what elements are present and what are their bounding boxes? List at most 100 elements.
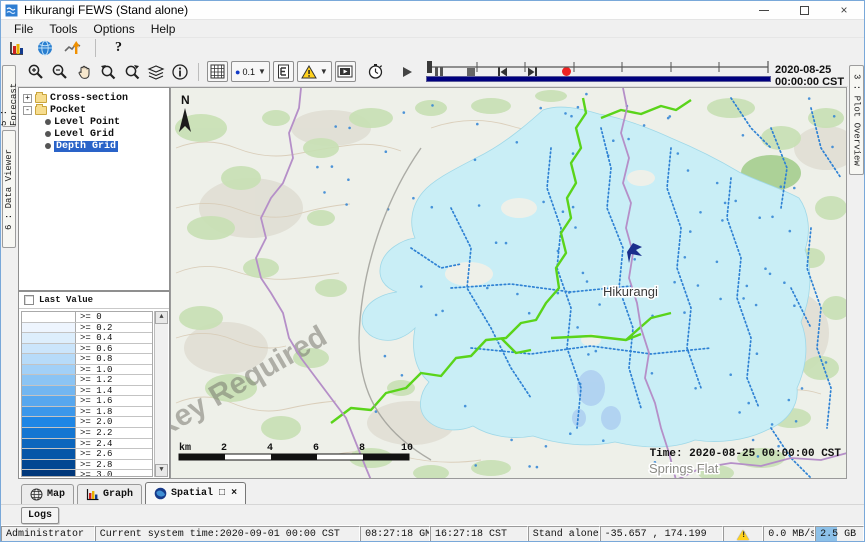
title-bar: Hikurangi FEWS (Stand alone) × — [1, 1, 864, 20]
last-value-checkbox[interactable] — [24, 295, 34, 305]
tab-graph[interactable]: Graph — [77, 484, 142, 504]
legend-label: >= 1.8 — [76, 407, 112, 417]
snapshot-timer-icon[interactable] — [365, 61, 386, 82]
pan-hand-icon[interactable] — [73, 61, 94, 82]
scroll-up-icon[interactable]: ▲ — [155, 311, 168, 324]
legend-label: >= 0.2 — [76, 323, 112, 333]
bullet-icon — [45, 131, 51, 137]
collapse-icon[interactable]: - — [23, 106, 32, 115]
north-label: N — [181, 93, 190, 107]
legend-swatch — [22, 312, 76, 322]
tab-spatial[interactable]: Spatial □ × — [145, 482, 246, 504]
legend-row[interactable]: >= 2.8 — [22, 460, 152, 471]
explorer-bars-icon[interactable] — [6, 37, 27, 58]
status-coordinates: -35.657 , 174.199 — [600, 526, 724, 542]
scroll-down-icon[interactable]: ▼ — [155, 464, 168, 477]
tree-node-label[interactable]: Cross-section — [50, 93, 128, 104]
zoom-previous-icon[interactable] — [97, 61, 118, 82]
tab-maximize-icon[interactable]: □ — [219, 488, 225, 499]
layers-icon[interactable] — [145, 61, 166, 82]
tab-close-icon[interactable]: × — [231, 488, 237, 499]
legend-swatch — [22, 375, 76, 385]
menu-file[interactable]: File — [7, 21, 40, 37]
svg-text:6: 6 — [313, 443, 319, 454]
sidebar-tab-forecast[interactable]: 5 : Forecast — [2, 65, 16, 127]
chevron-down-icon: ▼ — [258, 67, 266, 76]
legend-row[interactable]: >= 0.6 — [22, 344, 152, 355]
sidebar-tab-data-viewer[interactable]: 6 : Data Viewer — [2, 130, 16, 248]
legend-label: >= 3.0 — [76, 470, 112, 477]
menu-help[interactable]: Help — [144, 21, 183, 37]
legend-row[interactable]: >= 2.0 — [22, 417, 152, 428]
menu-tools[interactable]: Tools — [42, 21, 84, 37]
legend-swatch — [22, 428, 76, 438]
legend-label: >= 2.0 — [76, 417, 112, 427]
legend-row[interactable]: >= 2.2 — [22, 428, 152, 439]
timeline-slider[interactable] — [426, 59, 771, 85]
animation-icon[interactable] — [335, 61, 356, 82]
legend-swatch — [22, 449, 76, 459]
globe-icon[interactable] — [34, 37, 55, 58]
legend-row[interactable]: >= 2.4 — [22, 439, 152, 450]
status-memory: 2.5 GB — [815, 526, 864, 542]
tree-node-label[interactable]: Level Point — [54, 117, 120, 128]
map-time-label: Time: 2020-08-25 00:00:00 CST — [650, 448, 842, 460]
expand-icon[interactable]: + — [23, 94, 32, 103]
zoom-out-icon[interactable] — [49, 61, 70, 82]
legend-swatch — [22, 323, 76, 333]
tab-map[interactable]: Map — [21, 484, 74, 504]
info-icon[interactable] — [169, 61, 190, 82]
status-gmt-time: 08:27:18 GMT — [360, 526, 430, 542]
tree-node-label[interactable]: Pocket — [50, 105, 86, 116]
scale-unit: km — [179, 442, 191, 454]
legend-scrollbar[interactable]: ▲ ▼ — [154, 311, 168, 477]
legend-row[interactable]: >= 3.0 — [22, 470, 152, 477]
legend-row[interactable]: >= 1.0 — [22, 365, 152, 376]
legend-row[interactable]: >= 0.2 — [22, 323, 152, 334]
logs-button[interactable]: Logs — [21, 507, 59, 524]
sidebar-tab-plot-overview[interactable]: 3 : Plot Overview — [849, 65, 864, 175]
tab-graph-label: Graph — [103, 489, 133, 500]
tree-node-level-grid[interactable]: Level Grid — [19, 128, 169, 140]
legend-row[interactable]: >= 1.4 — [22, 386, 152, 397]
menu-options[interactable]: Options — [86, 21, 141, 37]
legend-row[interactable]: >= 1.8 — [22, 407, 152, 418]
help-icon[interactable]: ? — [108, 37, 129, 58]
zoom-in-icon[interactable] — [25, 61, 46, 82]
legend-label: >= 2.4 — [76, 439, 112, 449]
tab-spatial-label: Spatial — [171, 488, 213, 499]
legend-row[interactable]: >= 1.6 — [22, 396, 152, 407]
tree-node-pocket[interactable]: - Pocket — [19, 104, 169, 116]
legend-swatch — [22, 407, 76, 417]
globe-icon — [154, 487, 167, 500]
legend-row[interactable]: >= 0.8 — [22, 354, 152, 365]
timeline-handle[interactable] — [427, 61, 432, 73]
chart-arrow-icon[interactable] — [62, 37, 83, 58]
place-label-locality: Springs Flat — [649, 461, 719, 476]
legend-row[interactable]: >= 0 — [22, 312, 152, 323]
minimize-button[interactable] — [744, 1, 784, 19]
tree-node-depth-grid[interactable]: Depth Grid — [19, 140, 169, 152]
legend-row[interactable]: >= 2.6 — [22, 449, 152, 460]
grid-display-icon[interactable] — [207, 61, 228, 82]
zoom-next-icon[interactable] — [121, 61, 142, 82]
place-label-town: Hikurangi — [603, 284, 658, 299]
tree-node-cross-section[interactable]: + Cross-section — [19, 92, 169, 104]
legend-row[interactable]: >= 0.4 — [22, 333, 152, 344]
status-user: Administrator — [1, 526, 95, 542]
label-layer-icon[interactable] — [273, 61, 294, 82]
chevron-down-icon: ▼ — [320, 67, 328, 76]
tree-node-label[interactable]: Level Grid — [54, 129, 114, 140]
tree-node-label-selected[interactable]: Depth Grid — [54, 141, 118, 152]
legend-row[interactable]: >= 1.2 — [22, 375, 152, 386]
main-toolbar: ? — [1, 38, 864, 57]
folder-icon — [35, 106, 47, 115]
close-button[interactable]: × — [824, 1, 864, 19]
marker-size-dropdown[interactable]: ● 0.1 ▼ — [231, 61, 270, 82]
maximize-button[interactable] — [784, 1, 824, 19]
app-window: Hikurangi FEWS (Stand alone) × File Tool… — [0, 0, 865, 542]
warning-dropdown[interactable]: ▼ — [297, 61, 332, 82]
tree-node-level-point[interactable]: Level Point — [19, 116, 169, 128]
map-viewport[interactable]: API Key Required API Key Required — [170, 87, 847, 479]
play-icon[interactable] — [397, 61, 418, 82]
